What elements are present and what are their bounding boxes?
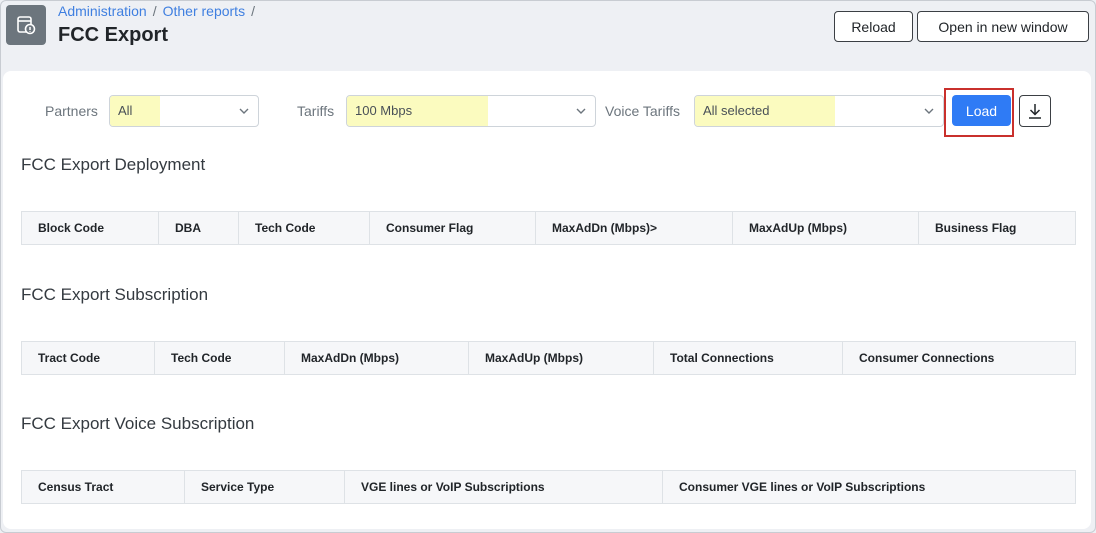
voice-tariffs-select-value: All selected	[695, 96, 835, 126]
voice-section-title: FCC Export Voice Subscription	[21, 414, 255, 433]
deployment-section-title: FCC Export Deployment	[21, 155, 206, 174]
column-header[interactable]: Consumer Connections	[842, 341, 1076, 375]
subscription-section-title: FCC Export Subscription	[21, 285, 209, 304]
voice-table: Census Tract Service Type VGE lines or V…	[21, 470, 1076, 504]
breadcrumb-separator: /	[251, 3, 255, 19]
breadcrumb-separator: /	[152, 3, 157, 19]
voice-tariffs-label: Voice Tariffs	[605, 103, 680, 119]
column-header[interactable]: MaxAdDn (Mbps)	[284, 341, 469, 375]
partners-select-value: All	[110, 96, 160, 126]
column-header[interactable]: Block Code	[21, 211, 159, 245]
column-header[interactable]: DBA	[158, 211, 239, 245]
column-header[interactable]: Consumer VGE lines or VoIP Subscriptions	[662, 470, 1076, 504]
page-title: FCC Export	[58, 24, 168, 46]
deployment-table: Block Code DBA Tech Code Consumer Flag M…	[21, 211, 1076, 245]
column-header[interactable]: Consumer Flag	[369, 211, 536, 245]
tariffs-select[interactable]: 100 Mbps	[346, 95, 596, 127]
breadcrumb-other-reports[interactable]: Other reports	[163, 3, 245, 19]
reload-button[interactable]: Reload	[834, 11, 913, 42]
partners-select[interactable]: All	[109, 95, 259, 127]
open-new-window-button[interactable]: Open in new window	[917, 11, 1089, 42]
chevron-down-icon	[239, 108, 249, 114]
download-button[interactable]	[1019, 95, 1051, 127]
column-header[interactable]: MaxAdUp (Mbps)	[732, 211, 919, 245]
column-header[interactable]: MaxAdDn (Mbps)>	[535, 211, 733, 245]
column-header[interactable]: Tract Code	[21, 341, 155, 375]
breadcrumb: Administration / Other reports /	[58, 3, 261, 19]
partners-label: Partners	[45, 103, 98, 119]
report-app-icon	[6, 5, 46, 45]
load-button[interactable]: Load	[952, 95, 1011, 126]
tariffs-select-value: 100 Mbps	[347, 96, 488, 126]
column-header[interactable]: Business Flag	[918, 211, 1076, 245]
breadcrumb-administration[interactable]: Administration	[58, 3, 147, 19]
column-header[interactable]: VGE lines or VoIP Subscriptions	[344, 470, 663, 504]
chevron-down-icon	[576, 108, 586, 114]
column-header[interactable]: MaxAdUp (Mbps)	[468, 341, 654, 375]
chevron-down-icon	[924, 108, 934, 114]
column-header[interactable]: Tech Code	[238, 211, 370, 245]
download-icon	[1029, 104, 1041, 119]
column-header[interactable]: Census Tract	[21, 470, 185, 504]
voice-tariffs-select[interactable]: All selected	[694, 95, 944, 127]
column-header[interactable]: Service Type	[184, 470, 345, 504]
tariffs-label: Tariffs	[297, 103, 335, 119]
subscription-table: Tract Code Tech Code MaxAdDn (Mbps) MaxA…	[21, 341, 1076, 375]
column-header[interactable]: Tech Code	[154, 341, 285, 375]
column-header[interactable]: Total Connections	[653, 341, 843, 375]
